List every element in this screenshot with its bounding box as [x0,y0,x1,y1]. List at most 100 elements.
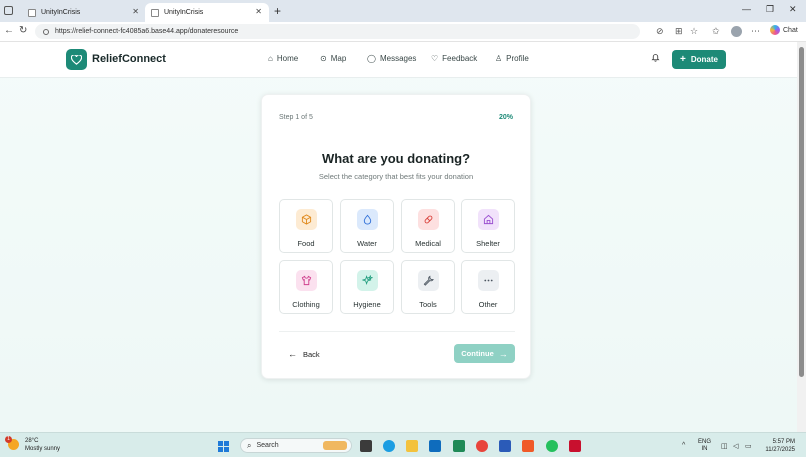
lang-code: ENG [698,439,712,445]
continue-label: Continue [461,349,494,358]
arrow-right-icon: → [498,348,508,359]
nav-map[interactable]: ⊙ Map [320,54,346,63]
category-food[interactable]: Food [279,199,333,253]
step-indicator: Step 1 of 5 [279,114,313,121]
more-menu-icon[interactable]: ⋯ [751,26,760,37]
taskbar-search[interactable]: ⌕ Search [240,438,352,453]
favicon-icon [151,8,159,17]
browser-navbar: ← ↻ https://relief-connect-fc4085a6.base… [0,22,806,42]
weather-widget[interactable]: 1 28°C Mostly sunny [5,436,61,453]
app-l-icon[interactable] [499,440,511,452]
donate-label: Donate [690,55,718,64]
category-label: Food [297,239,315,248]
notification-badge: 1 [5,436,12,443]
tab-title: UnityInCrisis [41,9,81,16]
mcafee-icon[interactable] [569,440,581,452]
nav-label: Feedback [442,54,478,63]
site-info-icon[interactable] [43,28,49,35]
brave-icon[interactable] [522,440,534,452]
page-scrollbar[interactable] [797,42,806,432]
battery-icon[interactable]: ▭ [745,442,752,450]
heart-icon: ♡ [431,54,439,63]
home-icon: ⌂ [268,54,273,63]
store-icon[interactable] [453,440,465,452]
category-label: Hygiene [353,300,381,309]
browser-tab-2[interactable]: UnityInCrisis ✕ [145,3,269,22]
nav-messages[interactable]: ◯ Messages [367,54,416,63]
category-hygiene[interactable]: Hygiene [340,260,394,314]
clock-time: 5:57 PM [772,439,795,445]
copilot-icon [770,25,780,35]
category-clothing[interactable]: Clothing [279,260,333,314]
scrollbar-thumb[interactable] [799,47,804,377]
house-icon [477,209,499,230]
clock-date: 11/27/2025 [765,447,795,453]
windows-start-icon[interactable] [218,441,229,452]
address-bar[interactable]: https://relief-connect-fc4085a6.base44.a… [35,24,640,39]
category-other[interactable]: Other [461,260,515,314]
plus-icon: + [680,54,686,65]
heart-logo-icon[interactable] [66,49,87,70]
profile-avatar[interactable] [731,26,742,37]
search-highlight-icon [323,441,347,450]
category-label: Shelter [476,239,500,248]
favorites-icon[interactable]: ✩ [712,26,720,37]
weather-temp: 28°C [25,438,39,444]
continue-button[interactable]: Continue → [454,344,515,363]
outlook-icon[interactable] [429,440,441,452]
progress-percent: 20% [498,114,513,121]
brand-name[interactable]: ReliefConnect [92,53,166,65]
favorite-star-icon[interactable]: ☆ [690,26,698,37]
close-tab-icon[interactable]: ✕ [255,7,262,16]
chrome-icon[interactable] [476,440,488,452]
bell-icon[interactable] [651,53,660,64]
reload-icon[interactable]: ↻ [19,25,27,36]
category-label: Medical [415,239,441,248]
url-text: https://relief-connect-fc4085a6.base44.a… [55,28,239,35]
lang-region: IN [701,446,708,452]
nav-feedback[interactable]: ♡ Feedback [431,54,477,63]
edge-icon[interactable] [383,440,395,452]
minimize-button[interactable]: — [742,4,751,14]
map-pin-icon: ⊙ [320,54,327,63]
page-title: What are you donating? [321,151,471,166]
tracking-icon[interactable]: ⊘ [656,26,664,37]
tab-actions-icon[interactable] [4,6,13,15]
copilot-chat-button[interactable]: Chat [770,25,798,35]
browser-tab-1[interactable]: UnityInCrisis ✕ [22,3,146,22]
back-arrow-icon[interactable]: ← [4,25,14,36]
task-view-icon[interactable] [360,440,372,452]
chevron-up-icon[interactable]: ^ [682,442,685,449]
category-water[interactable]: Water [340,199,394,253]
weather-desc: Mostly sunny [25,446,61,452]
app-viewport: ReliefConnect ⌂ Home ⊙ Map ◯ Messages ♡ … [0,42,797,432]
whatsapp-icon[interactable] [546,440,558,452]
new-tab-icon[interactable]: + [274,4,281,18]
category-tools[interactable]: Tools [401,260,455,314]
message-icon: ◯ [367,54,376,63]
tab-title: UnityInCrisis [164,9,204,16]
windows-taskbar: 1 28°C Mostly sunny ⌕ Search ^ ENG IN ◫ … [0,432,806,457]
system-clock[interactable]: 5:57 PM 11/27/2025 [755,438,795,454]
browser-tabstrip: UnityInCrisis ✕ UnityInCrisis ✕ + — ❐ ✕ [0,0,806,22]
wifi-icon[interactable]: ◫ [721,442,728,450]
category-shelter[interactable]: Shelter [461,199,515,253]
language-indicator[interactable]: ENG IN [698,439,711,453]
back-button[interactable]: ← Back [288,349,320,359]
category-medical[interactable]: Medical [401,199,455,253]
droplet-icon [356,209,378,230]
donation-wizard-card: Step 1 of 5 20% What are you donating? S… [261,94,531,379]
nav-label: Profile [506,54,529,63]
maximize-button[interactable]: ❐ [766,4,774,15]
nav-profile[interactable]: ♙ Profile [495,54,529,63]
category-label: Other [478,300,498,309]
close-window-button[interactable]: ✕ [789,4,797,15]
close-tab-icon[interactable]: ✕ [132,7,139,16]
split-screen-icon[interactable]: ⊞ [675,26,683,37]
donate-button[interactable]: + Donate [672,50,726,69]
nav-home[interactable]: ⌂ Home [268,54,298,63]
file-explorer-icon[interactable] [406,440,418,452]
volume-icon[interactable]: ◁ [733,442,738,450]
category-label: Water [357,239,377,248]
chat-label: Chat [783,26,798,34]
